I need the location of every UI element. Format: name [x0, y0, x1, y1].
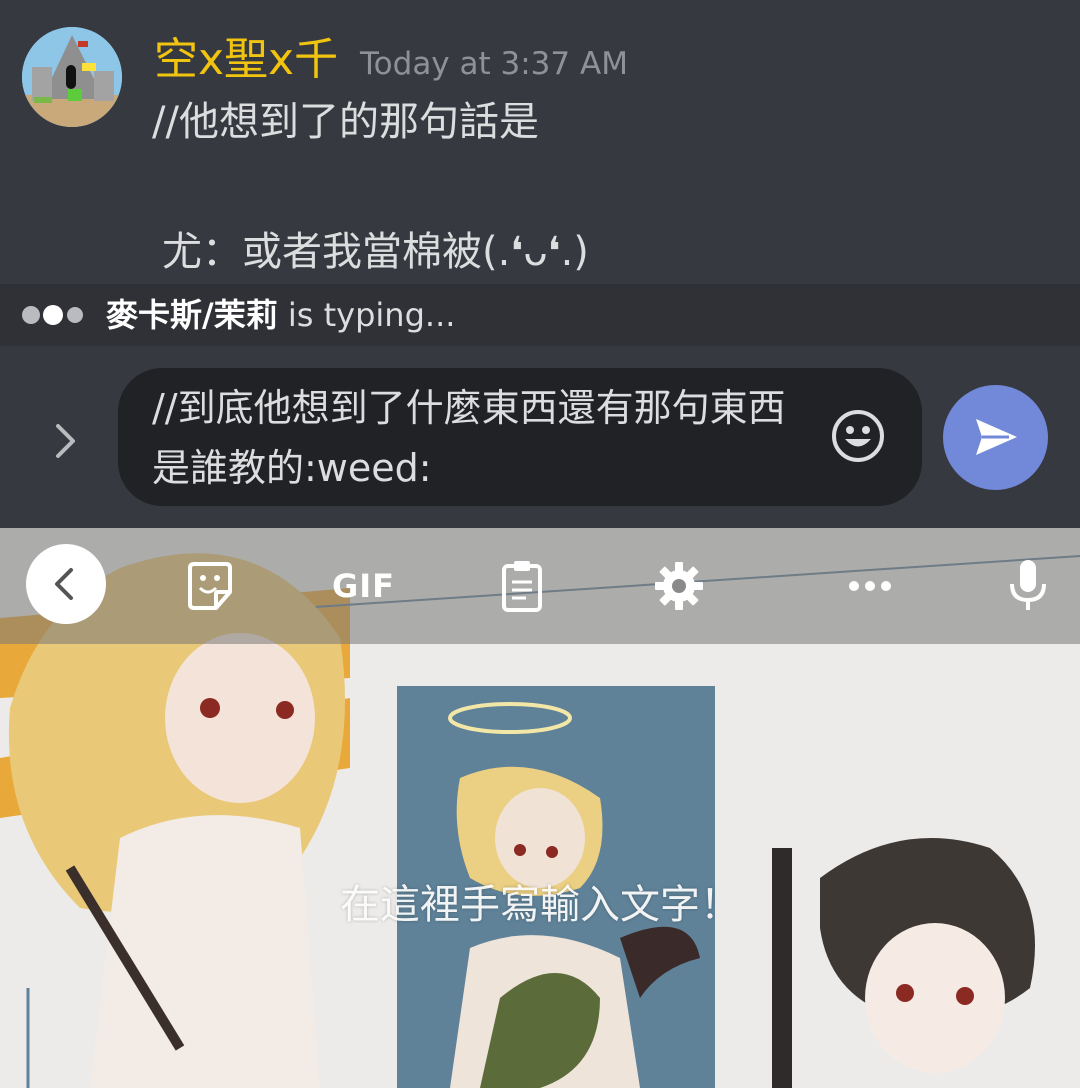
- handwriting-hint: 在這裡手寫輸入文字！: [340, 882, 740, 928]
- expand-button[interactable]: [40, 416, 90, 466]
- clipboard-button[interactable]: [494, 558, 550, 614]
- app-root: 空x聖x千 Today at 3:37 AM //他想到了的那句話是 尤：或者我…: [0, 0, 1080, 1088]
- clipboard-icon: [502, 561, 542, 612]
- keyboard-panel[interactable]: GIF 在這裡手寫輸入文字！: [0, 528, 1080, 1088]
- typing-dots-icon: [22, 305, 84, 325]
- sticker-button[interactable]: [182, 558, 238, 614]
- send-arrow-icon: [976, 419, 1017, 455]
- message-line: 尤：或者我當棉被(.❛ᴗ❛.): [162, 229, 589, 275]
- chevron-left-icon: [55, 568, 73, 600]
- message-line: //他想到了的那句話是: [152, 99, 539, 145]
- avatar-image: [22, 27, 122, 127]
- voice-input-button[interactable]: [1000, 558, 1056, 614]
- gif-button[interactable]: GIF: [332, 564, 395, 608]
- more-dots-icon: [849, 581, 891, 591]
- gear-icon: [655, 562, 703, 610]
- typing-indicator: 麥卡斯/茉莉 is typing...: [0, 284, 1080, 346]
- sticker-icon: [188, 562, 232, 610]
- send-button[interactable]: [943, 385, 1048, 490]
- settings-button[interactable]: [651, 558, 707, 614]
- message-list[interactable]: 空x聖x千 Today at 3:37 AM //他想到了的那句話是 尤：或者我…: [0, 0, 1080, 284]
- more-button[interactable]: [842, 558, 898, 614]
- message-input-text[interactable]: //到底他想到了什麼東西還有那句東西是誰教的:weed:: [152, 378, 812, 498]
- typing-text: 麥卡斯/茉莉 is typing...: [106, 294, 455, 336]
- typing-user-name: 麥卡斯/茉莉: [106, 296, 278, 334]
- emoji-button[interactable]: [830, 408, 886, 464]
- message-composer: //到底他想到了什麼東西還有那句東西是誰教的:weed:: [0, 346, 1080, 528]
- message-timestamp: Today at 3:37 AM: [360, 46, 628, 82]
- smiley-icon: [832, 410, 884, 462]
- typing-suffix: is typing...: [277, 296, 456, 334]
- microphone-icon: [1010, 560, 1046, 610]
- keyboard-toolbar: GIF: [0, 528, 1080, 644]
- message-input[interactable]: //到底他想到了什麼東西還有那句東西是誰教的:weed:: [118, 368, 922, 506]
- avatar[interactable]: [22, 27, 122, 127]
- message-username[interactable]: 空x聖x千: [154, 34, 338, 86]
- chevron-right-icon: [56, 424, 75, 458]
- keyboard-back-button[interactable]: [26, 544, 106, 624]
